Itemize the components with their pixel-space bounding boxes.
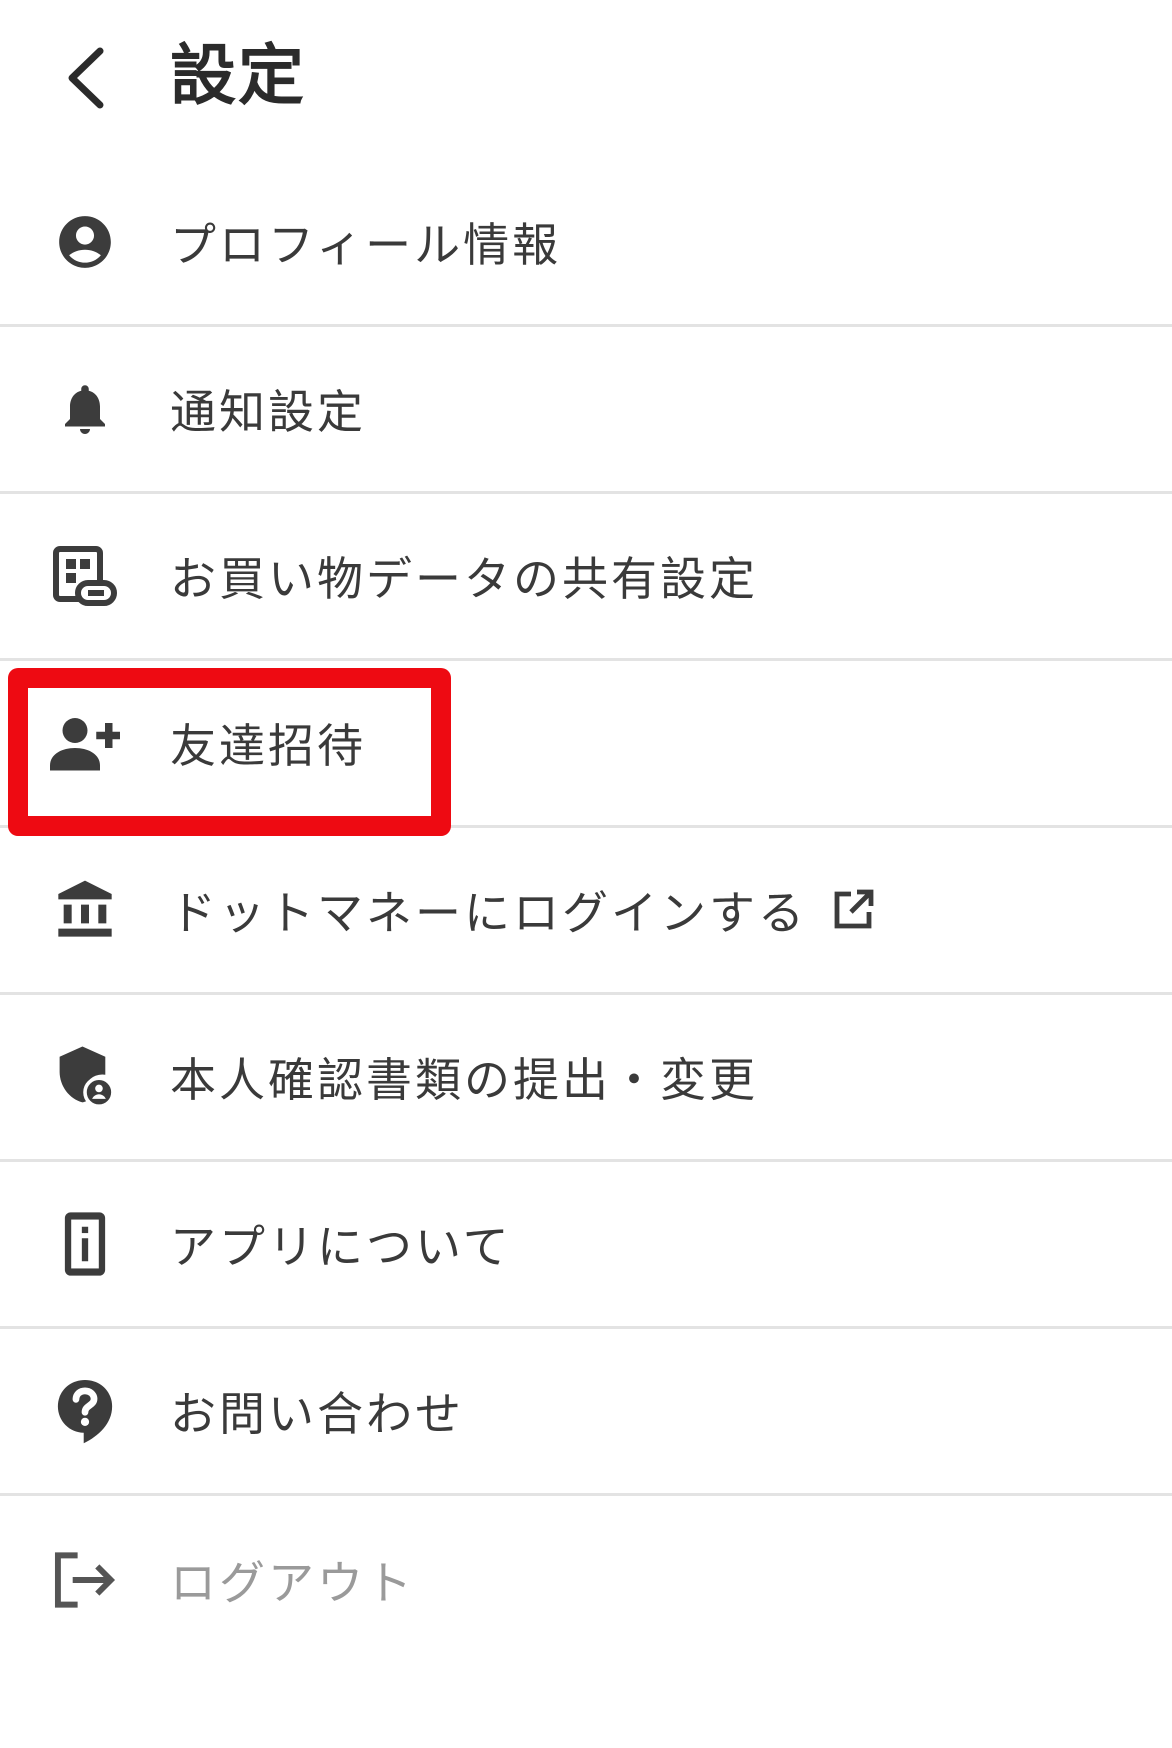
help-bubble-icon (50, 1376, 120, 1446)
menu-item-about-app[interactable]: アプリについて (0, 1162, 1172, 1329)
menu-item-label-text: ドットマネーにログインする (170, 886, 807, 940)
menu-item-profile[interactable]: プロフィール情報 (0, 160, 1172, 327)
chevron-left-icon (68, 47, 104, 109)
menu-item-label: ログアウト (170, 1555, 415, 1610)
person-add-icon (50, 708, 120, 778)
settings-menu: プロフィール情報 通知設定 お買い物データの共有設定 友達招待 ドットマネーにロ… (0, 160, 1172, 1663)
menu-item-notifications[interactable]: 通知設定 (0, 327, 1172, 494)
menu-item-label: お問い合わせ (170, 1387, 464, 1441)
bank-icon (50, 875, 120, 945)
shopping-data-link-icon (50, 541, 120, 611)
shield-person-icon (50, 1042, 120, 1112)
menu-item-logout[interactable]: ログアウト (0, 1496, 1172, 1663)
page-title: 設定 (170, 37, 306, 114)
header: 設定 (0, 0, 1172, 160)
menu-item-label: プロフィール情報 (170, 218, 562, 272)
menu-item-dotmoney-login[interactable]: ドットマネーにログインする (0, 828, 1172, 995)
menu-item-label: 本人確認書類の提出・変更 (170, 1053, 758, 1107)
menu-item-label: お買い物データの共有設定 (170, 552, 758, 606)
menu-item-shopping-data-share[interactable]: お買い物データの共有設定 (0, 494, 1172, 661)
back-button[interactable] (54, 36, 118, 120)
menu-item-identity-documents[interactable]: 本人確認書類の提出・変更 (0, 995, 1172, 1162)
menu-item-invite-friends[interactable]: 友達招待 (0, 661, 1172, 828)
open-external-icon (834, 889, 874, 929)
account-circle-icon (50, 207, 120, 277)
menu-item-label: 通知設定 (170, 385, 366, 439)
menu-item-label: ドットマネーにログインする (170, 877, 877, 943)
info-device-icon (50, 1209, 120, 1279)
bell-icon (50, 374, 120, 444)
logout-icon (50, 1545, 120, 1615)
menu-item-contact[interactable]: お問い合わせ (0, 1329, 1172, 1496)
menu-item-label: アプリについて (170, 1220, 512, 1274)
menu-item-label: 友達招待 (170, 719, 366, 773)
